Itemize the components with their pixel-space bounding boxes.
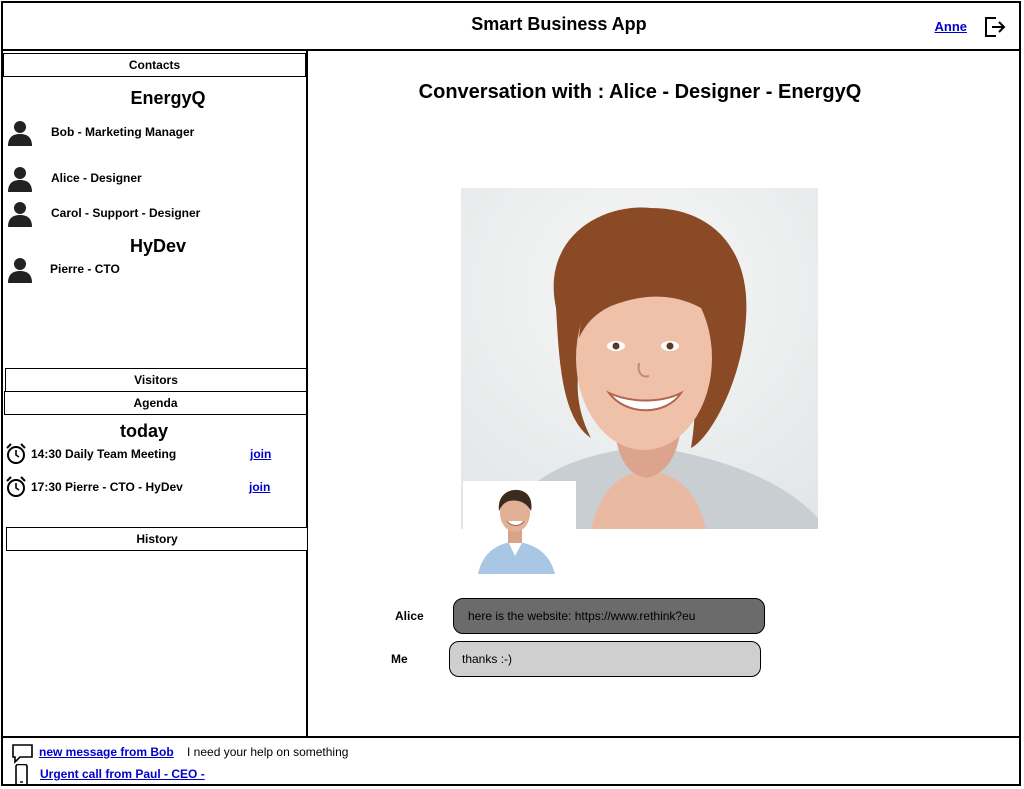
agenda-item: 14:30 Daily Team Meeting join: [3, 443, 303, 467]
remote-video-frame: [461, 188, 818, 529]
message-row: Alice here is the website: https://www.r…: [310, 598, 1010, 634]
new-message-link[interactable]: new message from Bob: [39, 745, 174, 759]
contact-pierre[interactable]: Pierre - CTO: [7, 256, 297, 286]
notification-bar: new message from Bob I need your help on…: [3, 736, 1019, 786]
notification-message: new message from Bob I need your help on…: [11, 743, 611, 764]
person-icon: [8, 202, 32, 227]
contact-label: Alice - Designer: [51, 171, 142, 185]
contacts-section-header[interactable]: Contacts: [3, 53, 306, 77]
agenda-item-text: 17:30 Pierre - CTO - HyDev: [31, 480, 183, 494]
agenda-item: 17:30 Pierre - CTO - HyDev join: [3, 476, 303, 500]
app-title: Smart Business App: [471, 14, 647, 34]
message-sender: Alice: [395, 609, 424, 623]
remote-video: [461, 188, 818, 529]
mobile-phone-icon: [15, 764, 28, 786]
self-video-preview: [463, 481, 576, 574]
visitors-section-header[interactable]: Visitors: [5, 368, 307, 392]
message-sender: Me: [391, 652, 408, 666]
contact-label: Pierre - CTO: [50, 262, 120, 276]
app-header: Smart Business App Anne: [3, 3, 1019, 51]
contact-label: Bob - Marketing Manager: [51, 125, 195, 139]
group-title-hydev: HyDev: [129, 236, 187, 256]
contact-alice[interactable]: Alice - Designer: [7, 165, 297, 195]
sidebar: Contacts EnergyQ Bob - Marketing Manager…: [3, 51, 308, 736]
group-title-energyq: EnergyQ: [130, 88, 206, 108]
contact-label: Carol - Support - Designer: [51, 206, 201, 220]
message-bubble: here is the website: https://www.rethink…: [453, 598, 765, 634]
alarm-clock-icon: [6, 443, 26, 464]
urgent-call-link[interactable]: Urgent call from Paul - CEO -: [40, 767, 205, 781]
logout-icon[interactable]: [983, 15, 1007, 39]
chat-bubble-icon: [12, 744, 33, 764]
agenda-item-text: 14:30 Daily Team Meeting: [31, 447, 177, 461]
alarm-clock-icon: [6, 476, 26, 497]
agenda-section-header[interactable]: Agenda: [4, 391, 307, 415]
notification-call: Urgent call from Paul - CEO -: [11, 764, 611, 786]
agenda-day-title: today: [119, 421, 168, 441]
conversation-panel: Conversation with : Alice - Designer - E…: [310, 51, 1021, 736]
history-section-header[interactable]: History: [6, 527, 308, 551]
join-meeting-link[interactable]: join: [249, 480, 270, 494]
person-icon: [8, 167, 32, 192]
contact-carol[interactable]: Carol - Support - Designer: [7, 200, 297, 230]
user-profile-link[interactable]: Anne: [935, 19, 968, 34]
person-icon: [8, 121, 32, 146]
contact-bob[interactable]: Bob - Marketing Manager: [7, 119, 297, 149]
message-row: Me thanks :-): [310, 641, 1010, 677]
self-video-frame: [463, 481, 576, 574]
conversation-title: Conversation with : Alice - Designer - E…: [418, 81, 862, 103]
notification-text: I need your help on something: [187, 745, 349, 759]
message-bubble: thanks :-): [449, 641, 761, 677]
person-icon: [8, 258, 32, 283]
app-window: Smart Business App Anne Contacts EnergyQ…: [1, 1, 1021, 786]
join-meeting-link[interactable]: join: [250, 447, 271, 461]
